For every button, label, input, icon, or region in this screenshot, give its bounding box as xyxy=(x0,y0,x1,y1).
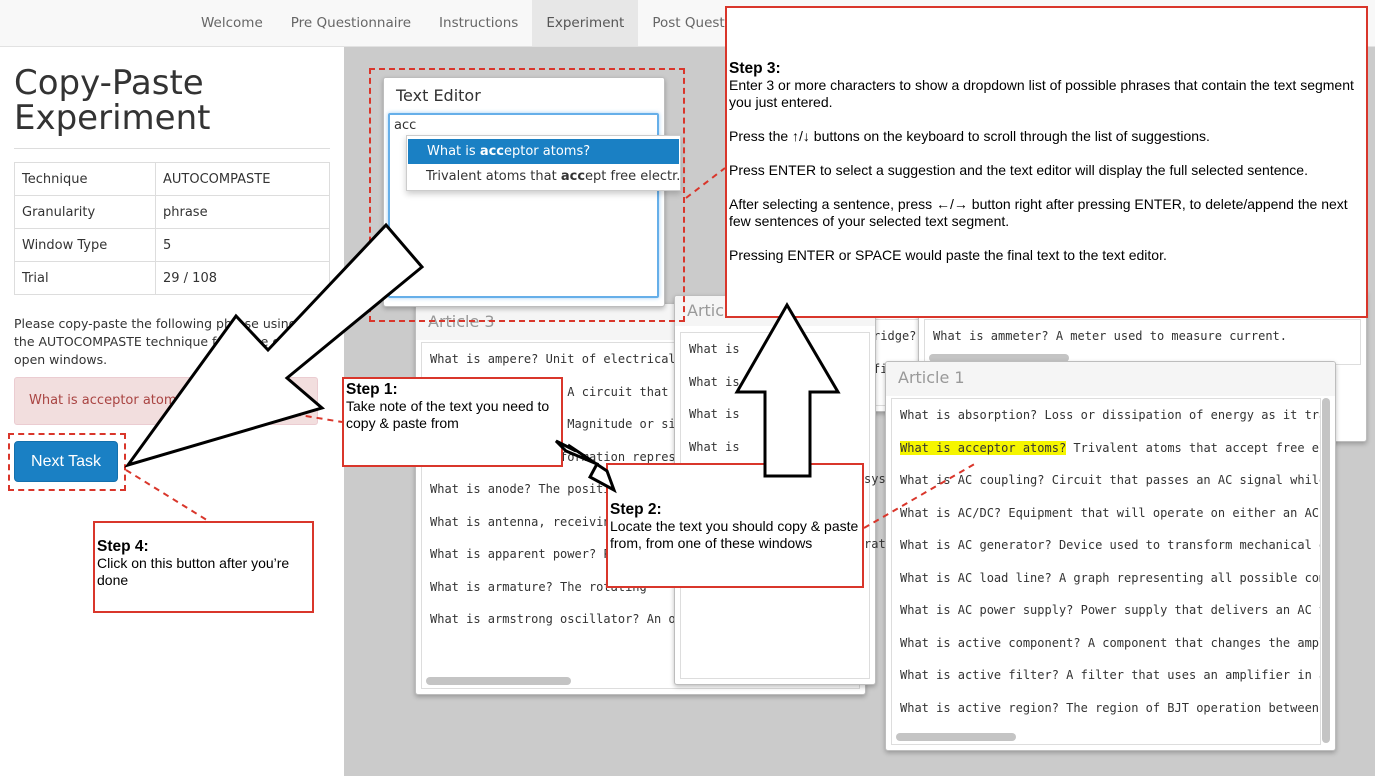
window-type-value: 5 xyxy=(155,228,330,262)
article-1-window[interactable]: Article 1 What is absorption? Loss or di… xyxy=(885,361,1336,751)
technique-label: Technique xyxy=(14,162,156,196)
technique-value: AUTOCOMPASTE xyxy=(155,162,330,196)
article-line[interactable]: What is ammeter? A meter used to measure… xyxy=(925,320,1360,353)
title-line-2: Experiment xyxy=(14,98,211,138)
tab-experiment[interactable]: Experiment xyxy=(532,0,639,46)
next-button-highlight xyxy=(8,433,126,491)
step-3-paragraph: After selecting a sentence, press ←/→ bu… xyxy=(729,196,1348,229)
tab-welcome[interactable]: Welcome xyxy=(187,0,277,46)
trial-info-table: Technique AUTOCOMPASTE Granularity phrase … xyxy=(14,162,330,295)
trial-label: Trial xyxy=(14,261,156,295)
target-phrase-alert: What is acceptor atoms? xyxy=(14,377,318,425)
tab-instructions[interactable]: Instructions xyxy=(425,0,532,46)
step-3-paragraph: Pressing ENTER or SPACE would paste the … xyxy=(729,247,1167,263)
trial-value: 29 / 108 xyxy=(155,261,330,295)
step-1-callout: Step 1: Take note of the text you need t… xyxy=(342,377,563,467)
step-2-title: Step 2: xyxy=(610,501,662,518)
article-line[interactable]: What is active region? The region of BJT… xyxy=(892,692,1320,725)
step-1-title: Step 1: xyxy=(346,381,398,398)
table-row: Technique AUTOCOMPASTE xyxy=(14,162,330,196)
step-1-text: Take note of the text you need to copy &… xyxy=(346,398,550,431)
partial-text: rat xyxy=(864,537,886,551)
article-line[interactable]: What is xyxy=(681,398,869,431)
vertical-scrollbar[interactable] xyxy=(1322,398,1330,743)
text-editor-highlight xyxy=(369,68,685,322)
step-3-callout: Step 3: Enter 3 or more characters to sh… xyxy=(725,6,1368,318)
table-row: Granularity phrase xyxy=(14,195,330,229)
article-line[interactable]: What is xyxy=(681,431,869,464)
step-3-paragraph: Press the ↑/↓ buttons on the keyboard to… xyxy=(729,128,1210,144)
nav-tabs: Welcome Pre Questionnaire Instructions E… xyxy=(187,0,793,46)
article-line[interactable]: What is xyxy=(681,366,869,399)
step-4-text: Click on this button after you’re done xyxy=(97,555,290,588)
step-4-title: Step 4: xyxy=(97,538,149,555)
partial-text: sys xyxy=(864,472,886,486)
article-1-title[interactable]: Article 1 xyxy=(886,362,1335,396)
highlighted-target-text[interactable]: What is acceptor atoms? xyxy=(900,440,1067,455)
article-line[interactable]: What is AC load line? A graph representi… xyxy=(892,562,1320,595)
step-4-callout: Step 4: Click on this button after you’r… xyxy=(93,521,314,613)
page-title: Copy-Paste Experiment xyxy=(14,66,314,136)
step-3-title: Step 3: xyxy=(729,60,781,77)
table-row: Trial 29 / 108 xyxy=(14,261,330,295)
tab-pre-questionnaire[interactable]: Pre Questionnaire xyxy=(277,0,425,46)
article-line[interactable]: What is active filter? A filter that use… xyxy=(892,659,1320,692)
granularity-label: Granularity xyxy=(14,195,156,229)
step-2-callout: Step 2: Locate the text you should copy … xyxy=(606,463,864,588)
step-3-paragraph: Enter 3 or more characters to show a dro… xyxy=(729,77,1354,110)
horizontal-scrollbar[interactable] xyxy=(896,733,1016,741)
granularity-value: phrase xyxy=(155,195,330,229)
title-line-1: Copy-Paste xyxy=(14,63,204,103)
article-line[interactable]: What is xyxy=(681,333,869,366)
article-line[interactable]: What is absorption? Loss or dissipation … xyxy=(892,399,1320,432)
window-type-label: Window Type xyxy=(14,228,156,262)
article-5-body: What is ammeter? A meter used to measure… xyxy=(924,319,1361,365)
step-2-text: Locate the text you should copy & paste … xyxy=(610,518,859,551)
article-1-body: What is absorption? Loss or dissipation … xyxy=(891,398,1321,745)
article-line[interactable]: What is active component? A component th… xyxy=(892,627,1320,660)
step-3-paragraph: Press ENTER to select a suggestion and t… xyxy=(729,162,1308,178)
article-line[interactable]: What is AC generator? Device used to tra… xyxy=(892,529,1320,562)
article-line[interactable]: What is AC coupling? Circuit that passes… xyxy=(892,464,1320,497)
table-row: Window Type 5 xyxy=(14,228,330,262)
article-line[interactable]: What is AC/DC? Equipment that will opera… xyxy=(892,497,1320,530)
task-instruction: Please copy-paste the following phrase u… xyxy=(14,316,309,367)
horizontal-scrollbar[interactable] xyxy=(426,677,571,685)
article-line-rest[interactable]: Trivalent atoms that accept free el xyxy=(1066,441,1320,455)
article-line-highlighted[interactable]: What is acceptor atoms? Trivalent atoms … xyxy=(892,432,1320,465)
title-divider xyxy=(14,148,330,149)
article-line[interactable]: What is AC power supply? Power supply th… xyxy=(892,594,1320,627)
